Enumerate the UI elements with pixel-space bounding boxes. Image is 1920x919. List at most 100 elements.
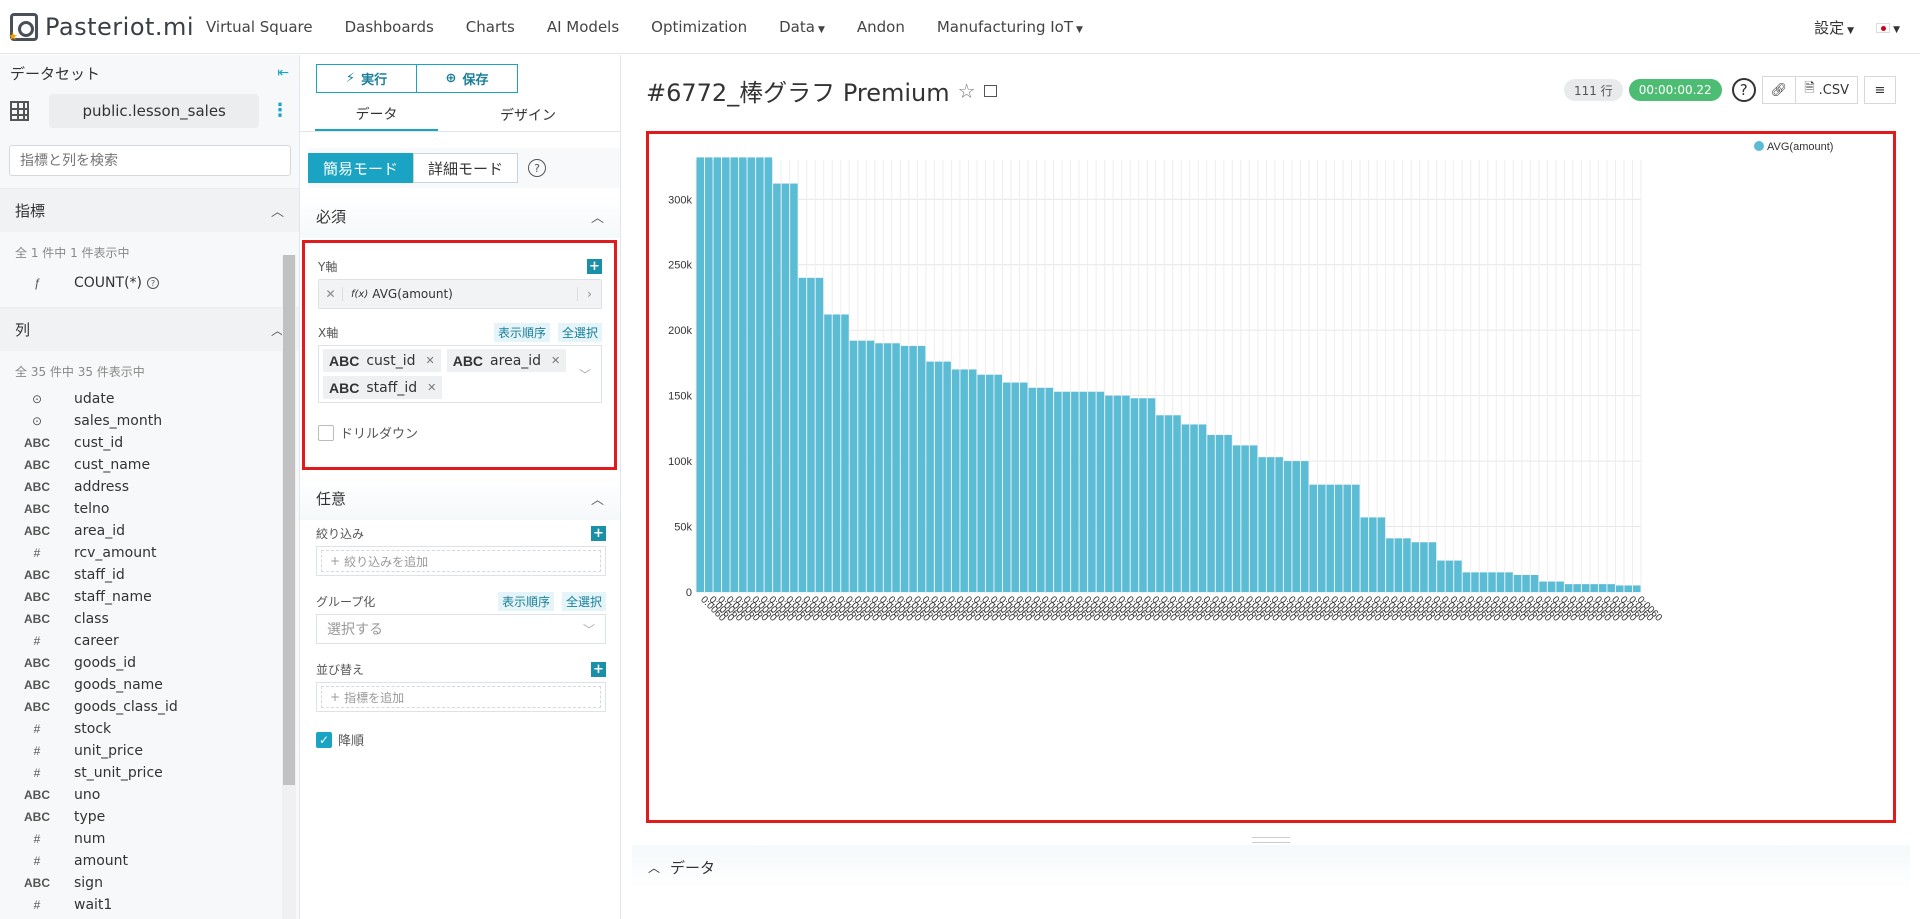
drilldown-checkbox-row[interactable]: ドリルダウン — [318, 423, 602, 442]
x-axis-field[interactable]: ABC cust_id ✕ ABC area_id ✕ ABC staff_id ✕ ﹀ — [318, 345, 602, 403]
column-item[interactable]: # stock — [0, 718, 299, 740]
column-item[interactable]: # st_unit_price — [0, 762, 299, 784]
metrics-section-header[interactable]: 指標 ︿ — [0, 188, 299, 232]
bar — [1343, 484, 1352, 592]
column-item[interactable]: ABC goods_name — [0, 674, 299, 696]
required-section-header[interactable]: 必須 ︿ — [300, 194, 620, 238]
column-item[interactable]: # amount — [0, 850, 299, 872]
sort-input[interactable]: + 指標を追加 — [316, 682, 606, 712]
nav-virtual-square[interactable]: Virtual Square — [206, 18, 313, 36]
column-item[interactable]: ABC class — [0, 608, 299, 630]
remove-icon[interactable]: ✕ — [425, 354, 434, 367]
data-panel-header[interactable]: ︿ データ — [632, 845, 1910, 889]
simple-mode-button[interactable]: 簡易モード — [308, 153, 414, 183]
language-dropdown[interactable]: ▼ — [1876, 18, 1900, 36]
sort-label: 並び替え — [316, 662, 365, 677]
nav-charts[interactable]: Charts — [466, 18, 515, 36]
columns-section-header[interactable]: 列 ︿ — [0, 307, 299, 351]
filter-input[interactable]: + 絞り込みを追加 — [316, 546, 606, 576]
menu-button[interactable]: ≡ — [1864, 76, 1896, 104]
nav-andon[interactable]: Andon — [857, 18, 905, 36]
search-metrics-columns-input[interactable] — [9, 145, 291, 176]
column-item[interactable]: ABC goods_id — [0, 652, 299, 674]
bar — [1462, 572, 1471, 592]
group-select[interactable]: 選択する ﹀ — [316, 614, 606, 644]
bar — [1062, 391, 1071, 592]
y-axis-label: Y軸 — [318, 259, 338, 274]
column-item[interactable]: ⊙ sales_month — [0, 410, 299, 432]
bar — [1045, 387, 1054, 592]
column-item[interactable]: ABC staff_name — [0, 586, 299, 608]
save-button[interactable]: ⊕ 保存 — [417, 64, 518, 93]
dataset-menu-icon[interactable]: ⋮ — [271, 102, 289, 120]
metric-name: COUNT(*) — [74, 275, 142, 291]
advanced-mode-button[interactable]: 詳細モード — [413, 153, 519, 183]
column-item[interactable]: ABC sign — [0, 872, 299, 894]
link-button[interactable]: 🔗︎ — [1761, 76, 1797, 104]
collapse-sidebar-icon[interactable]: ⇤ — [277, 65, 289, 81]
remove-icon[interactable]: ✕ — [551, 354, 560, 367]
column-item[interactable]: ABC uno — [0, 784, 299, 806]
column-item[interactable]: ABC goods_class_id — [0, 696, 299, 718]
column-item[interactable]: ABC type — [0, 806, 299, 828]
run-button[interactable]: ⚡ 実行 — [316, 64, 417, 93]
metric-item[interactable]: ƒ COUNT(*) ? — [0, 269, 299, 297]
help-icon[interactable]: ? — [147, 277, 159, 289]
column-item[interactable]: ABC area_id — [0, 520, 299, 542]
column-item[interactable]: ⊙ udate — [0, 388, 299, 410]
column-item[interactable]: # unit_price — [0, 740, 299, 762]
descending-checkbox-row[interactable]: ✓ 降順 — [316, 730, 606, 749]
descending-checkbox[interactable]: ✓ — [316, 731, 332, 748]
caret-down-icon: ▼ — [1076, 24, 1083, 35]
optional-section-header[interactable]: 任意 ︿ — [300, 476, 620, 520]
csv-download-button[interactable]: 🗎 .CSV — [1795, 76, 1858, 104]
column-name: num — [74, 831, 106, 847]
remove-icon[interactable]: ✕ — [319, 287, 343, 301]
add-filter-icon[interactable]: + — [591, 525, 606, 541]
add-y-axis-icon[interactable]: + — [587, 258, 602, 274]
column-item[interactable]: ABC cust_name — [0, 454, 299, 476]
tab-design[interactable]: デザイン — [438, 99, 618, 131]
app-logo[interactable]: ★ Pasteriot.mi — [8, 12, 206, 43]
edit-icon[interactable] — [983, 84, 997, 97]
column-name: uno — [74, 787, 101, 803]
column-item[interactable]: # career — [0, 630, 299, 652]
bar — [1275, 457, 1283, 592]
favorite-star-icon[interactable]: ☆ — [958, 79, 976, 103]
x-chip-cust-id[interactable]: ABC cust_id ✕ — [323, 349, 441, 372]
x-chip-area-id[interactable]: ABC area_id ✕ — [446, 349, 567, 372]
x-select-all-button[interactable]: 全選択 — [557, 322, 602, 342]
string-type-icon: ABC — [24, 700, 50, 714]
group-select-all-button[interactable]: 全選択 — [561, 591, 606, 611]
x-sort-order-button[interactable]: 表示順序 — [493, 322, 550, 342]
add-sort-icon[interactable]: + — [591, 661, 606, 677]
chevron-down-icon[interactable]: ﹀ — [579, 366, 591, 383]
nav-data-dropdown[interactable]: Data ▼ — [779, 18, 825, 36]
nav-manufacturing-iot-dropdown[interactable]: Manufacturing IoT ▼ — [937, 18, 1083, 36]
column-item[interactable]: ABC cust_id — [0, 432, 299, 454]
nav-dashboards[interactable]: Dashboards — [345, 18, 434, 36]
sidebar-scrollbar-thumb[interactable] — [283, 255, 295, 785]
help-icon[interactable]: ? — [1731, 78, 1756, 102]
column-item[interactable]: ABC staff_id — [0, 564, 299, 586]
settings-dropdown[interactable]: 設定 ▼ — [1814, 17, 1854, 38]
x-chip-staff-id[interactable]: ABC staff_id ✕ — [323, 376, 443, 399]
resize-handle[interactable] — [1252, 837, 1290, 843]
remove-icon[interactable]: ✕ — [427, 381, 436, 394]
bar — [1326, 484, 1335, 592]
dataset-name[interactable]: public.lesson_sales — [49, 94, 259, 128]
function-icon: ƒ — [33, 276, 41, 290]
column-item[interactable]: ABC telno — [0, 498, 299, 520]
chevron-right-icon[interactable]: › — [577, 287, 601, 301]
group-sort-order-button[interactable]: 表示順序 — [497, 591, 554, 611]
drilldown-checkbox[interactable] — [318, 424, 334, 441]
column-item[interactable]: # num — [0, 828, 299, 850]
help-icon[interactable]: ? — [528, 159, 547, 177]
tab-data[interactable]: データ — [315, 99, 438, 131]
nav-ai-models[interactable]: AI Models — [547, 18, 619, 36]
column-item[interactable]: # wait1 — [0, 894, 299, 916]
y-axis-field[interactable]: ✕ f(x) AVG(amount) › — [318, 279, 602, 309]
nav-optimization[interactable]: Optimization — [651, 18, 747, 36]
column-item[interactable]: ABC address — [0, 476, 299, 498]
column-item[interactable]: # rcv_amount — [0, 542, 299, 564]
